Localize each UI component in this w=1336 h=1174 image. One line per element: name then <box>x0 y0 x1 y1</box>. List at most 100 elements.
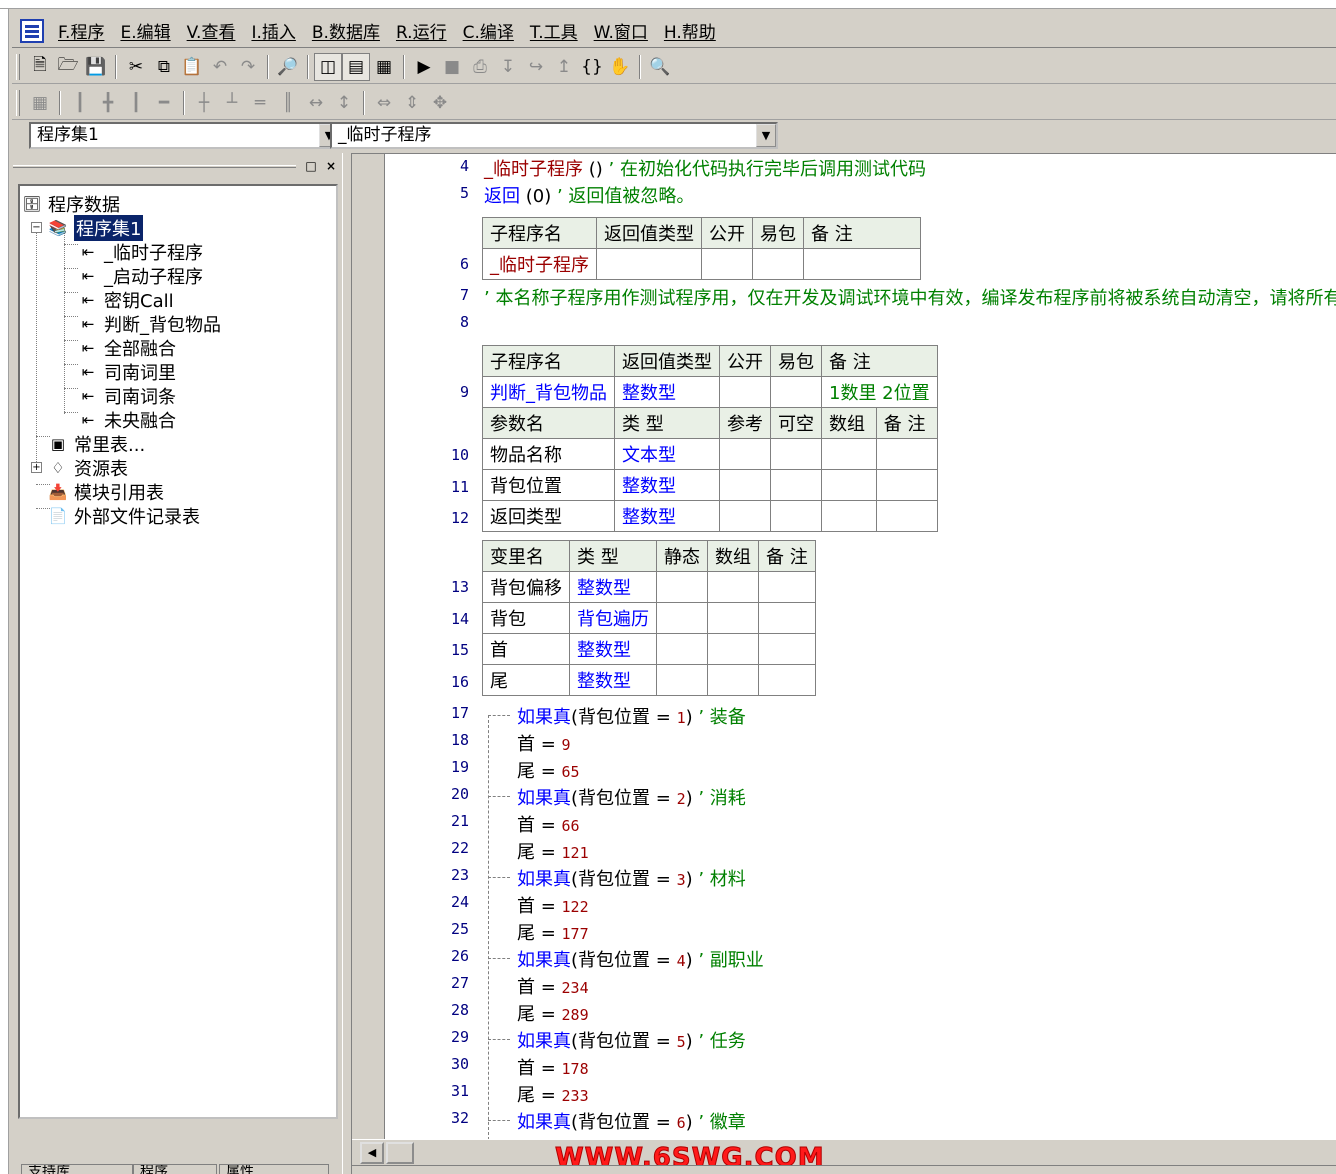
table-cell[interactable] <box>719 500 771 532</box>
code-line[interactable]: 如果真(背包位置 = 5) ’ 任务 <box>517 1027 746 1053</box>
var-type[interactable]: 整数型 <box>569 664 657 696</box>
table-cell[interactable] <box>719 438 771 470</box>
redo-icon[interactable]: ↷ <box>234 53 262 81</box>
table-cell[interactable] <box>758 602 816 634</box>
tree-item-external[interactable]: 📄 外部文件记录表 <box>48 504 200 528</box>
code-line[interactable]: 首 = 234 <box>517 973 589 999</box>
undo-icon[interactable]: ↶ <box>206 53 234 81</box>
table-cell[interactable] <box>656 633 708 665</box>
layout-3-icon[interactable]: ▦ <box>370 53 398 81</box>
menu-help[interactable]: H.帮助 <box>656 18 724 43</box>
table-cell[interactable] <box>821 500 877 532</box>
code-line[interactable]: 首 = 66 <box>517 811 580 837</box>
var-type[interactable]: 背包遍历 <box>569 602 657 634</box>
subroutine-name[interactable]: 判断_背包物品 <box>482 376 615 408</box>
braces-icon[interactable]: {} <box>578 53 606 81</box>
step-over-icon[interactable]: ↪ <box>522 53 550 81</box>
menu-database[interactable]: B.数据库 <box>304 18 388 43</box>
horizontal-scrollbar[interactable]: ◀ <box>352 1139 1336 1165</box>
menu-tools[interactable]: T.工具 <box>522 18 586 43</box>
table-cell[interactable] <box>821 469 877 501</box>
tree-item-sub[interactable]: ⇤ 司南词条 <box>78 384 176 408</box>
table-cell[interactable] <box>656 602 708 634</box>
code-line[interactable]: 如果真(背包位置 = 2) ’ 消耗 <box>517 784 746 810</box>
tree-item-sub[interactable]: ⇤ _启动子程序 <box>78 264 203 288</box>
app-icon[interactable] <box>20 18 44 43</box>
scroll-left-icon[interactable]: ◀ <box>360 1142 384 1164</box>
param-name[interactable]: 返回类型 <box>482 500 615 532</box>
center-vert-icon[interactable]: ⇕ <box>398 89 426 117</box>
paste-icon[interactable]: 📋 <box>178 53 206 81</box>
menu-window[interactable]: W.窗口 <box>586 18 656 43</box>
var-type[interactable]: 整数型 <box>569 571 657 603</box>
subroutine-note[interactable]: 1数里 2位置 <box>821 376 938 408</box>
tree-item-sub[interactable]: ⇤ 判断_背包物品 <box>78 312 221 336</box>
expand-icon[interactable]: + <box>31 462 42 473</box>
align-center-icon[interactable]: ╋ <box>94 89 122 117</box>
chevron-down-icon[interactable]: ▼ <box>756 124 776 147</box>
param-type[interactable]: 整数型 <box>614 500 720 532</box>
center-horiz-icon[interactable]: ⇔ <box>370 89 398 117</box>
table-cell[interactable] <box>752 248 804 280</box>
code-line[interactable]: 尾 = 233 <box>517 1081 589 1107</box>
step-into-icon[interactable]: ↧ <box>494 53 522 81</box>
tree-item-constants[interactable]: ▣ 常里表... <box>48 432 145 456</box>
tree-item-assembly[interactable]: 📚 程序集1 <box>48 215 144 241</box>
menu-edit[interactable]: E.编辑 <box>112 18 178 43</box>
var-name[interactable]: 尾 <box>482 664 570 696</box>
param-name[interactable]: 物品名称 <box>482 438 615 470</box>
table-cell[interactable] <box>707 633 759 665</box>
var-name[interactable]: 背包 <box>482 602 570 634</box>
code-line[interactable]: 尾 = 177 <box>517 919 589 945</box>
maximize-icon[interactable]: □ <box>303 158 319 174</box>
table-cell[interactable] <box>758 571 816 603</box>
cut-icon[interactable]: ✂ <box>122 53 150 81</box>
align-right-icon[interactable]: ┃ <box>122 89 150 117</box>
align-middle-icon[interactable]: ┼ <box>190 89 218 117</box>
table-cell[interactable] <box>707 664 759 696</box>
step-out-icon[interactable]: ↥ <box>550 53 578 81</box>
code-line[interactable]: 如果真(背包位置 = 3) ’ 材料 <box>517 865 746 891</box>
menu-program[interactable]: F.程序 <box>50 18 112 43</box>
var-type[interactable]: 整数型 <box>569 633 657 665</box>
table-cell[interactable] <box>707 571 759 603</box>
assembly-select[interactable]: 程序集1 ▼ <box>29 122 341 149</box>
table-cell[interactable] <box>875 438 938 470</box>
table-cell[interactable] <box>758 633 816 665</box>
table-cell[interactable] <box>770 376 822 408</box>
toolbar-grip[interactable] <box>16 89 20 116</box>
align-left-icon[interactable]: ┃ <box>66 89 94 117</box>
param-type[interactable]: 文本型 <box>614 438 720 470</box>
code-line[interactable]: 如果真(背包位置 = 6) ’ 徽章 <box>517 1108 746 1134</box>
same-height-icon[interactable]: ║ <box>274 89 302 117</box>
space-horiz-icon[interactable]: ↔ <box>302 89 330 117</box>
table-cell[interactable] <box>707 602 759 634</box>
subroutine-select[interactable]: _临时子程序 ▼ <box>330 122 778 149</box>
subroutine-name[interactable]: _临时子程序 <box>482 248 597 280</box>
open-folder-icon[interactable]: 🗁 <box>54 53 82 81</box>
close-icon[interactable]: × <box>323 158 339 174</box>
tree-item-sub[interactable]: ⇤ _临时子程序 <box>78 240 203 264</box>
var-name[interactable]: 背包偏移 <box>482 571 570 603</box>
layout-2-icon[interactable]: ▤ <box>342 52 370 81</box>
tree-item-resources[interactable]: ♢ 资源表 <box>48 456 128 480</box>
table-cell[interactable] <box>719 376 771 408</box>
table-cell[interactable] <box>719 469 771 501</box>
tree-item-modules[interactable]: 📥 模块引用表 <box>48 480 164 504</box>
search-binocular-icon[interactable]: 🔍 <box>646 53 674 81</box>
toolbar-grip[interactable] <box>16 53 20 80</box>
code-line[interactable]: _临时子程序 () ’ 在初始化代码执行完毕后调用测试代码 <box>484 155 926 181</box>
space-vert-icon[interactable]: ↕ <box>330 89 358 117</box>
collapse-icon[interactable]: − <box>31 222 42 233</box>
tree-item-sub[interactable]: ⇤ 司南词里 <box>78 360 176 384</box>
code-area[interactable]: _临时子程序 () ’ 在初始化代码执行完毕后调用测试代码 返回 (0) ’ 返… <box>352 154 1336 1139</box>
code-line[interactable]: 尾 = 65 <box>517 757 580 783</box>
tab-properties[interactable]: 属性 <box>219 1164 329 1174</box>
code-line[interactable]: 首 = 122 <box>517 892 589 918</box>
code-line[interactable]: 首 = 178 <box>517 1054 589 1080</box>
table-cell[interactable] <box>875 469 938 501</box>
scroll-thumb[interactable] <box>386 1142 414 1164</box>
code-line[interactable]: 返回 (0) ’ 返回值被忽略。 <box>484 182 694 208</box>
table-cell[interactable] <box>758 664 816 696</box>
hand-icon[interactable]: ✋ <box>606 53 634 81</box>
